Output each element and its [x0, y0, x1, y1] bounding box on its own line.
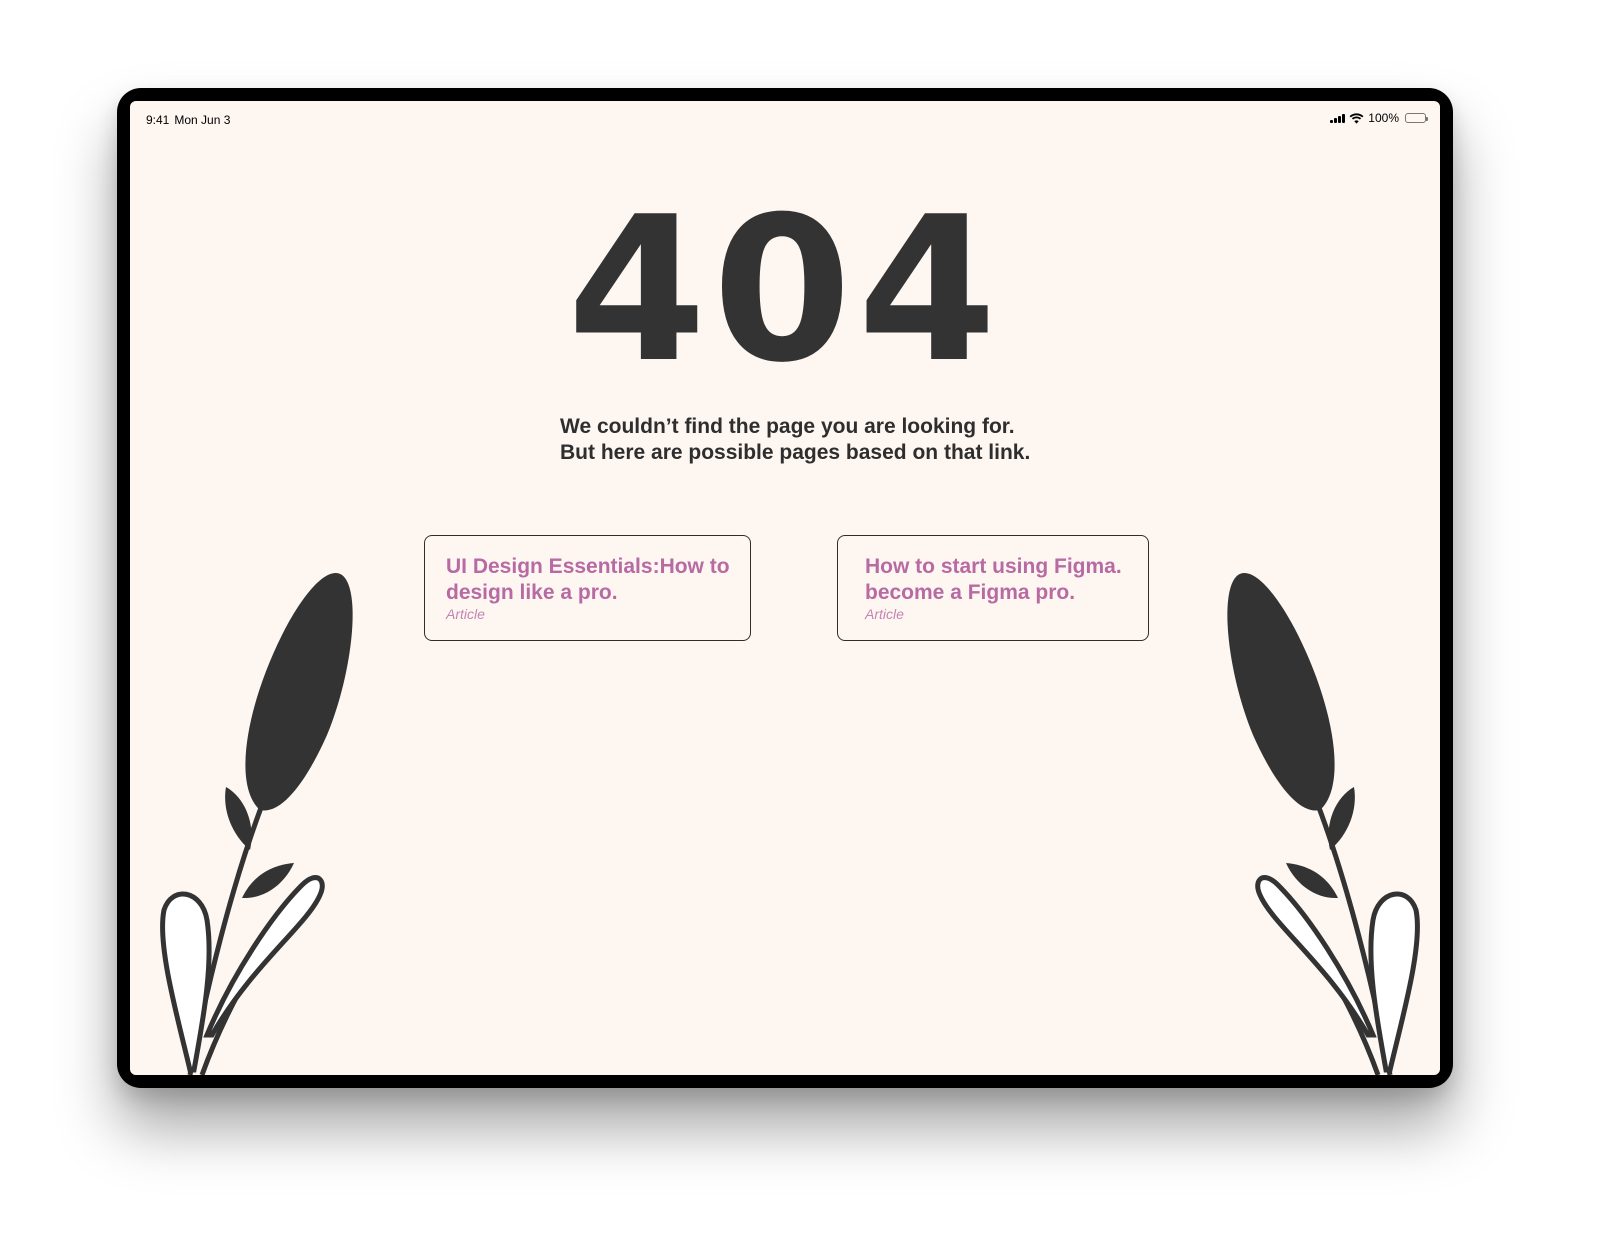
- suggestion-title-line-1: How to start using Figma.: [865, 555, 1122, 578]
- tablet-frame: 9:41 Mon Jun 3 100% 404 We couldn’t find …: [117, 88, 1453, 1088]
- suggestion-card-ui-design[interactable]: UI Design Essentials:How to design like …: [424, 535, 751, 641]
- suggestion-title-line-2: become a Figma pro.: [865, 581, 1076, 604]
- status-time: 9:41: [146, 113, 170, 127]
- screen: 9:41 Mon Jun 3 100% 404 We couldn’t find …: [130, 101, 1440, 1075]
- suggestion-type-label: Article: [865, 606, 904, 622]
- error-code-heading: 404: [567, 174, 1003, 407]
- error-message-line-1: We couldn’t find the page you are lookin…: [560, 415, 1015, 438]
- status-time-date: 9:41 Mon Jun 3: [146, 113, 230, 127]
- error-message: We couldn’t find the page you are lookin…: [560, 414, 1080, 466]
- error-message-line-2: But here are possible pages based on tha…: [560, 441, 1031, 464]
- suggestion-card-figma[interactable]: How to start using Figma. become a Figma…: [837, 535, 1149, 641]
- suggestion-title[interactable]: How to start using Figma. become a Figma…: [865, 554, 1128, 606]
- plant-illustration-right: [1227, 573, 1420, 1075]
- battery-percentage: 100%: [1368, 111, 1399, 125]
- cellular-signal-icon: [1330, 113, 1346, 123]
- wifi-icon: [1349, 112, 1364, 124]
- suggestion-type-label: Article: [446, 606, 485, 622]
- battery-icon: [1405, 113, 1428, 123]
- status-bar: 9:41 Mon Jun 3 100%: [130, 101, 1440, 137]
- suggestion-title[interactable]: UI Design Essentials:How to design like …: [446, 554, 730, 606]
- plant-illustration-left: [160, 573, 353, 1075]
- status-date: Mon Jun 3: [174, 113, 231, 127]
- suggestion-title-line-2: design like a pro.: [446, 581, 618, 604]
- status-indicators: 100%: [1330, 111, 1428, 125]
- suggestion-title-line-1: UI Design Essentials:How to: [446, 555, 730, 578]
